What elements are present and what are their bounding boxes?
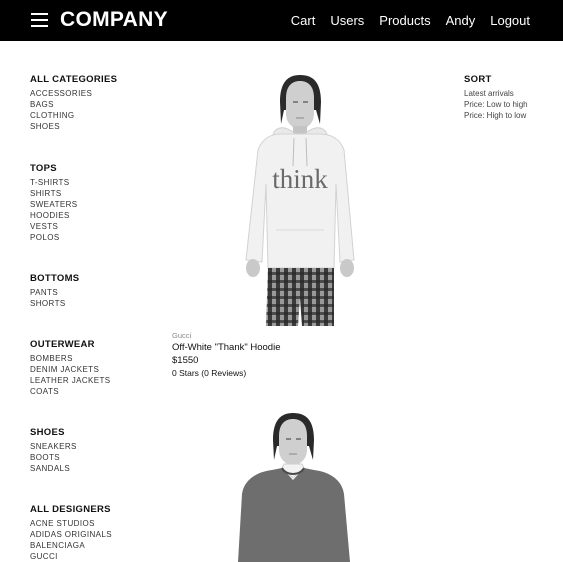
sort-heading: SORT [464, 74, 492, 85]
category-item[interactable]: SANDALS [30, 463, 77, 474]
product-brand: Gucci [172, 331, 192, 340]
category-item[interactable]: BOOTS [30, 452, 77, 463]
product-image-hoodie[interactable]: think [236, 72, 366, 328]
sort-option-latest[interactable]: Latest arrivals [464, 88, 559, 99]
product-image-sweater[interactable] [232, 410, 356, 562]
nav-users-link[interactable]: Users [330, 13, 364, 28]
sort-option-price-high-low[interactable]: Price: High to low [464, 110, 559, 121]
category-group-bottoms: BOTTOMS PANTS SHORTS [30, 273, 79, 309]
nav-cart-link[interactable]: Cart [291, 13, 316, 28]
nav-links: Cart Users Products Andy Logout [291, 13, 530, 28]
category-heading[interactable]: TOPS [30, 163, 78, 174]
category-item[interactable]: SHORTS [30, 298, 79, 309]
product-price: $1550 [172, 355, 199, 366]
category-item[interactable]: HOODIES [30, 210, 78, 221]
nav-products-link[interactable]: Products [379, 13, 430, 28]
category-item[interactable]: SWEATERS [30, 199, 78, 210]
category-item[interactable]: BOMBERS [30, 353, 111, 364]
category-item[interactable]: VESTS [30, 221, 78, 232]
brand-logo[interactable]: COMPANY [60, 8, 168, 32]
category-item[interactable]: SHOES [30, 121, 117, 132]
top-navbar: COMPANY Cart Users Products Andy Logout [0, 0, 563, 41]
category-item[interactable]: ACCESSORIES [30, 88, 117, 99]
designer-item[interactable]: BALENCIAGA [30, 540, 112, 551]
category-item[interactable]: T-SHIRTS [30, 177, 78, 188]
designer-item[interactable]: GUCCI [30, 551, 112, 562]
category-heading[interactable]: BOTTOMS [30, 273, 79, 284]
designer-item[interactable]: ACNE STUDIOS [30, 518, 112, 529]
sort-option-price-low-high[interactable]: Price: Low to high [464, 99, 559, 110]
category-item[interactable]: BAGS [30, 99, 117, 110]
designer-item[interactable]: ADIDAS ORIGINALS [30, 529, 112, 540]
category-heading[interactable]: ALL CATEGORIES [30, 74, 117, 85]
nav-logout-link[interactable]: Logout [490, 13, 530, 28]
category-item[interactable]: LEATHER JACKETS [30, 375, 111, 386]
category-item[interactable]: POLOS [30, 232, 78, 243]
category-group-designers: ALL DESIGNERS ACNE STUDIOS ADIDAS ORIGIN… [30, 504, 112, 562]
category-item[interactable]: DENIM JACKETS [30, 364, 111, 375]
sort-panel: SORT Latest arrivals Price: Low to high … [464, 74, 559, 121]
nav-user-andy-link[interactable]: Andy [446, 13, 476, 28]
category-item[interactable]: SHIRTS [30, 188, 78, 199]
hamburger-menu-icon[interactable] [31, 13, 48, 28]
category-heading[interactable]: ALL DESIGNERS [30, 504, 112, 515]
category-heading[interactable]: SHOES [30, 427, 77, 438]
category-group-all: ALL CATEGORIES ACCESSORIES BAGS CLOTHING… [30, 74, 117, 132]
category-heading[interactable]: OUTERWEAR [30, 339, 111, 350]
category-item[interactable]: SNEAKERS [30, 441, 77, 452]
category-group-outerwear: OUTERWEAR BOMBERS DENIM JACKETS LEATHER … [30, 339, 111, 397]
category-item[interactable]: COATS [30, 386, 111, 397]
category-group-shoes: SHOES SNEAKERS BOOTS SANDALS [30, 427, 77, 474]
category-group-tops: TOPS T-SHIRTS SHIRTS SWEATERS HOODIES VE… [30, 163, 78, 243]
category-item[interactable]: PANTS [30, 287, 79, 298]
product-name-link[interactable]: Off-White "Thank" Hoodie [172, 342, 280, 353]
category-item[interactable]: CLOTHING [30, 110, 117, 121]
product-rating: 0 Stars (0 Reviews) [172, 368, 247, 378]
hoodie-print-text: think [272, 164, 328, 194]
